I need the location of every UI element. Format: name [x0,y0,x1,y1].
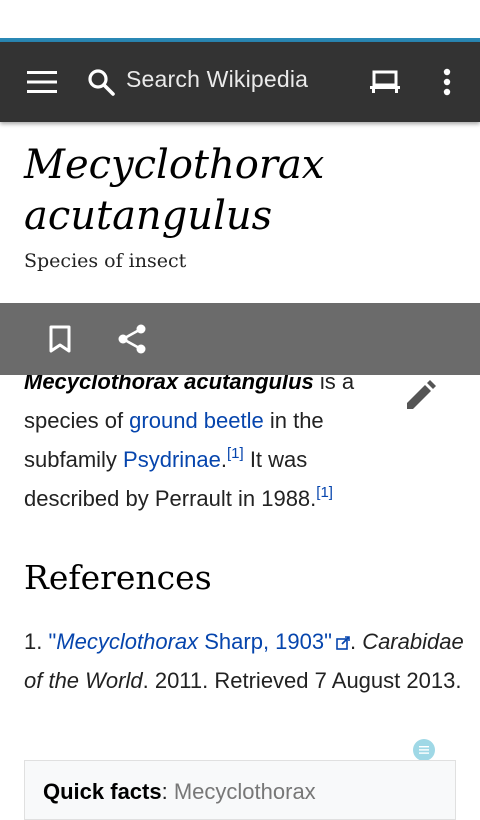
menu-icon[interactable] [20,42,64,122]
reference-link-rest: Sharp, 1903" [198,629,332,654]
quick-facts-label: Quick facts [43,779,162,804]
reference-number: 1. [24,629,43,654]
quick-facts-separator: : [161,779,174,804]
search-icon[interactable] [84,42,118,122]
edit-pencil-icon[interactable] [398,374,442,418]
external-link-icon [336,636,350,650]
bookmark-button[interactable] [40,317,80,361]
floating-contents-icon[interactable] [413,739,435,761]
reference-rest: . 2011. Retrieved 7 August 2013. [142,668,462,693]
reference-after-link: . [349,629,357,654]
page-action-bar [0,303,480,375]
overflow-menu-icon[interactable] [432,42,462,122]
top-toolbar: Search Wikipedia [0,42,480,122]
share-icon [118,324,146,354]
references-list: 1. "Mecyclothorax Sharp, 1903". Carabida… [24,622,464,700]
title-line-2: acutangulus [24,193,273,239]
search-input[interactable]: Search Wikipedia [126,66,308,93]
link-psydrinae[interactable]: Psydrinae [123,447,221,472]
title-line-1: Mecyclothorax [24,142,325,188]
reference-link-genus: Mecyclothorax [56,629,199,654]
citation-link-1[interactable]: [1] [227,445,244,462]
quick-facts-value: Mecyclothorax [173,779,316,804]
page-description: Species of insect [24,250,187,272]
references-heading: References [24,558,212,597]
article-lead-paragraph: Mecyclothorax acutangulus is a species o… [24,362,396,518]
share-button[interactable] [110,317,154,361]
bookmark-icon [49,325,71,353]
quick-facts-text: Quick facts: Mecyclothorax [43,779,316,805]
status-bar [0,0,480,38]
reference-link[interactable]: "Mecyclothorax Sharp, 1903" [48,629,331,654]
citation-link-2[interactable]: [1] [316,484,333,501]
link-ground-beetle[interactable]: ground beetle [129,408,264,433]
reading-list-icon[interactable] [362,42,408,122]
quick-facts-box[interactable]: Quick facts: Mecyclothorax [24,760,456,820]
page-title: Mecyclothorax acutangulus [24,140,464,242]
